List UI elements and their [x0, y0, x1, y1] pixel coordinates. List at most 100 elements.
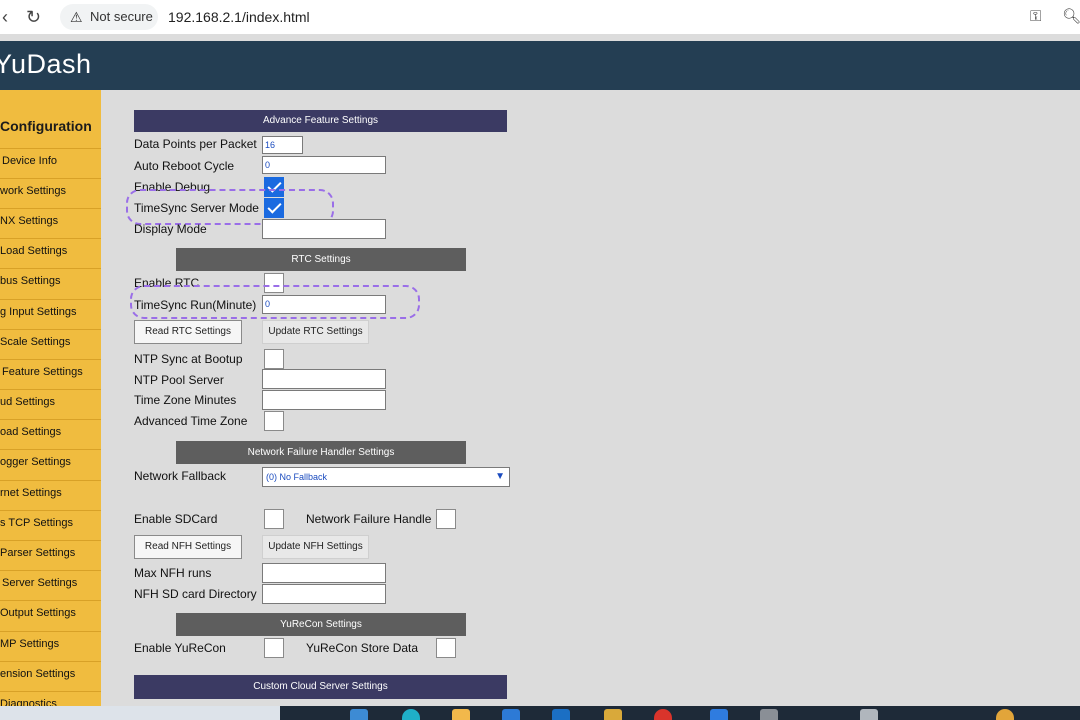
auto-reboot-label: Auto Reboot Cycle: [134, 159, 235, 173]
sd-dir-input[interactable]: [262, 584, 386, 604]
sidebar-item[interactable]: ension Settings: [0, 661, 101, 692]
sidebar-item[interactable]: Parser Settings: [0, 540, 101, 571]
update-rtc-button[interactable]: Update RTC Settings: [262, 320, 369, 344]
sidebar-item-label: oad Settings: [0, 426, 62, 438]
taskbar-app-icon[interactable]: [502, 709, 520, 720]
nfh-handle-label: Network Failure Handle: [306, 512, 432, 526]
sidebar-item[interactable]: bus Settings: [0, 268, 101, 299]
enable-sdcard-label: Enable SDCard: [134, 512, 218, 526]
display-mode-input[interactable]: [262, 219, 386, 239]
security-label: Not secure: [90, 9, 153, 24]
section-header-custom-cloud: Custom Cloud Server Settings: [134, 675, 507, 699]
sidebar-item-label: MP Settings: [0, 638, 60, 650]
data-points-label: Data Points per Packet: [134, 137, 257, 151]
sidebar-item[interactable]: s TCP Settings: [0, 510, 101, 541]
taskbar-app-icon[interactable]: [860, 709, 878, 720]
sidebar-item-label: ension Settings: [0, 668, 76, 680]
sidebar-item[interactable]: work Settings: [0, 178, 101, 209]
address-bar[interactable]: 192.168.2.1/index.html: [168, 0, 310, 34]
sidebar-item-label: Feature Settings: [2, 366, 83, 378]
sidebar-title: Configuration: [0, 118, 92, 134]
ntp-pool-label: NTP Pool Server: [134, 373, 224, 387]
sidebar-item-label: rnet Settings: [0, 487, 62, 499]
update-nfh-button[interactable]: Update NFH Settings: [262, 535, 369, 559]
sidebar-item[interactable]: rnet Settings: [0, 480, 101, 511]
taskbar-app-icon[interactable]: [760, 709, 778, 720]
app-header: YuDash: [0, 41, 1080, 90]
reload-icon[interactable]: ↻: [26, 0, 41, 34]
key-icon[interactable]: ⚿: [1030, 0, 1041, 34]
display-mode-label: Display Mode: [134, 222, 207, 236]
taskbar-app-icon[interactable]: [402, 709, 420, 720]
sidebar-item[interactable]: oad Settings: [0, 419, 101, 450]
network-fallback-value: (0) No Fallback: [266, 472, 328, 482]
section-header-nfh: Network Failure Handler Settings: [176, 441, 466, 464]
taskbar-app-icon[interactable]: [710, 709, 728, 720]
data-points-input[interactable]: 16: [262, 136, 303, 154]
enable-yurecon-label: Enable YuReCon: [134, 641, 226, 655]
read-rtc-button[interactable]: Read RTC Settings: [134, 320, 242, 344]
sidebar-item-label: bus Settings: [0, 275, 61, 287]
section-header-rtc: RTC Settings: [176, 248, 466, 271]
section-header-yurecon: YuReCon Settings: [176, 613, 466, 636]
auto-reboot-input[interactable]: 0: [262, 156, 386, 174]
tz-minutes-label: Time Zone Minutes: [134, 393, 237, 407]
sidebar: Configuration Device Info work Settings …: [0, 90, 101, 706]
sidebar-item-label: g Input Settings: [0, 306, 77, 318]
yurecon-store-checkbox[interactable]: [436, 638, 456, 658]
back-icon[interactable]: ‹: [2, 0, 8, 34]
sidebar-item[interactable]: Scale Settings: [0, 329, 101, 360]
sidebar-item-label: Device Info: [2, 155, 58, 167]
sidebar-item[interactable]: Output Settings: [0, 600, 101, 631]
ntp-pool-input[interactable]: [262, 369, 386, 389]
taskbar-app-icon[interactable]: [654, 709, 672, 720]
sidebar-item-label: ud Settings: [0, 396, 56, 408]
read-nfh-button[interactable]: Read NFH Settings: [134, 535, 242, 559]
enable-yurecon-checkbox[interactable]: [264, 638, 284, 658]
taskbar-app-icon[interactable]: [604, 709, 622, 720]
sidebar-item-label: ogger Settings: [0, 456, 71, 468]
enable-sdcard-checkbox[interactable]: [264, 509, 284, 529]
sidebar-item[interactable]: Server Settings: [0, 570, 101, 601]
sidebar-item[interactable]: NX Settings: [0, 208, 101, 239]
sidebar-item-label: Server Settings: [2, 577, 78, 589]
adv-tz-checkbox[interactable]: [264, 411, 284, 431]
sidebar-item[interactable]: Device Info: [0, 148, 101, 179]
sidebar-item-label: s TCP Settings: [0, 517, 73, 529]
network-fallback-label: Network Fallback: [134, 469, 227, 483]
warning-icon: ⚠: [70, 9, 83, 25]
max-runs-input[interactable]: [262, 563, 386, 583]
sidebar-item[interactable]: MP Settings: [0, 631, 101, 662]
sidebar-item[interactable]: Feature Settings: [0, 359, 101, 390]
taskbar-search-area[interactable]: [0, 706, 280, 720]
sidebar-item[interactable]: g Input Settings: [0, 299, 101, 330]
sidebar-item[interactable]: ogger Settings: [0, 449, 101, 480]
sidebar-item[interactable]: Diagnostics: [0, 691, 101, 706]
taskbar-app-icon[interactable]: [552, 709, 570, 720]
zoom-icon[interactable]: 🔍︎: [1062, 0, 1080, 34]
sd-dir-label: NFH SD card Directory: [134, 587, 257, 601]
sidebar-item-label: NX Settings: [0, 215, 59, 227]
sidebar-item-label: work Settings: [0, 185, 67, 197]
sidebar-item-label: Output Settings: [0, 607, 76, 619]
max-runs-label: Max NFH runs: [134, 566, 212, 580]
sidebar-item-label: Load Settings: [0, 245, 68, 257]
taskbar-app-icon[interactable]: [452, 709, 470, 720]
yurecon-store-label: YuReCon Store Data: [306, 641, 419, 655]
nfh-handle-checkbox[interactable]: [436, 509, 456, 529]
browser-toolbar: ‹ ↻ ⚠ Not secure 192.168.2.1/index.html …: [0, 0, 1080, 34]
sidebar-item[interactable]: Load Settings: [0, 238, 101, 269]
sidebar-item-label: Parser Settings: [0, 547, 76, 559]
ntp-bootup-checkbox[interactable]: [264, 349, 284, 369]
taskbar-app-icon[interactable]: [996, 709, 1014, 720]
sidebar-item[interactable]: ud Settings: [0, 389, 101, 420]
brand-title: YuDash: [0, 49, 92, 79]
highlight-timesync-run: [130, 285, 420, 319]
sidebar-item-label: Diagnostics: [0, 698, 57, 706]
adv-tz-label: Advanced Time Zone: [134, 414, 248, 428]
taskbar-app-icon[interactable]: [350, 709, 368, 720]
ntp-bootup-label: NTP Sync at Bootup: [134, 352, 243, 366]
network-fallback-select[interactable]: (0) No Fallback ▼: [262, 467, 510, 487]
tz-minutes-input[interactable]: [262, 390, 386, 410]
chevron-down-icon: ▼: [495, 471, 505, 482]
